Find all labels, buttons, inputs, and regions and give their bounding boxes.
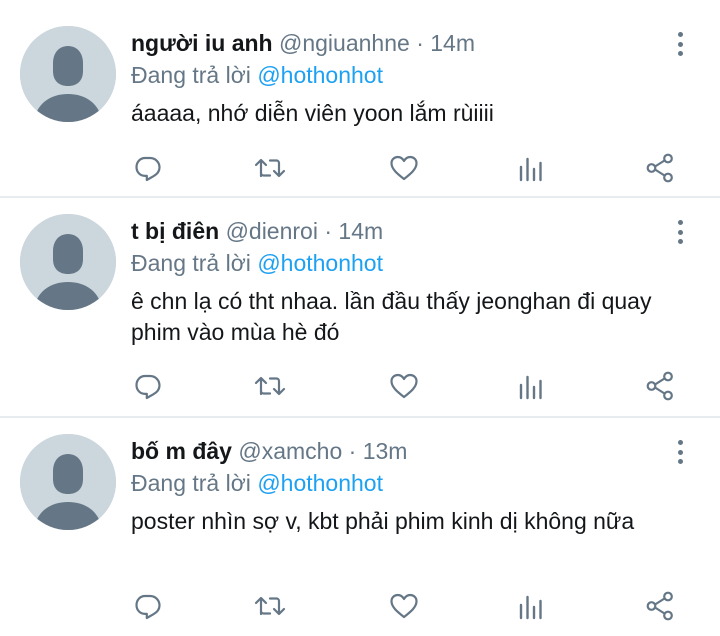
analytics-button[interactable]: [514, 589, 548, 623]
share-icon: [646, 591, 673, 621]
separator: ·: [416, 30, 424, 56]
default-avatar-icon: [20, 434, 116, 530]
share-icon: [646, 371, 673, 401]
avatar[interactable]: [20, 26, 116, 122]
analytics-button[interactable]: [514, 369, 548, 403]
display-name[interactable]: người iu anh: [131, 30, 273, 56]
handle[interactable]: @xamcho: [238, 438, 342, 464]
tweet-content: bố m đây @xamcho · 13m Đang trả lời @hot…: [131, 436, 690, 537]
reply-button[interactable]: [131, 589, 165, 623]
tweet-3[interactable]: bố m đây @xamcho · 13m Đang trả lời @hot…: [0, 418, 720, 636]
handle[interactable]: @ngiuanhne: [279, 30, 410, 56]
like-icon: [390, 155, 418, 181]
display-name[interactable]: t bị điên: [131, 218, 219, 244]
share-icon: [646, 153, 673, 183]
share-button[interactable]: [643, 589, 677, 623]
separator: ·: [348, 438, 357, 464]
more-vertical-icon[interactable]: [670, 30, 690, 58]
timestamp[interactable]: 14m: [430, 30, 475, 56]
share-button[interactable]: [643, 369, 677, 403]
retweet-button[interactable]: [253, 151, 287, 185]
retweet-icon: [254, 158, 286, 178]
analytics-icon: [519, 375, 542, 400]
more-vertical-icon[interactable]: [670, 438, 690, 466]
reply-icon: [135, 156, 161, 182]
mention-link[interactable]: @hothonhot: [257, 250, 383, 276]
reply-button[interactable]: [131, 151, 165, 185]
retweet-button[interactable]: [253, 589, 287, 623]
replying-to: Đang trả lời @hothonhot: [131, 60, 690, 90]
like-button[interactable]: [387, 589, 421, 623]
timestamp[interactable]: 14m: [338, 218, 383, 244]
retweet-icon: [254, 376, 286, 396]
timestamp[interactable]: 13m: [363, 438, 408, 464]
tweet-text: ê chn lạ có tht nhaa. lần đầu thấy jeong…: [131, 288, 652, 345]
more-vertical-icon[interactable]: [670, 218, 690, 246]
replying-to-label: Đang trả lời: [131, 250, 251, 276]
analytics-button[interactable]: [514, 151, 548, 185]
avatar[interactable]: [20, 434, 116, 530]
avatar[interactable]: [20, 214, 116, 310]
tweet-2[interactable]: t bị điên @dienroi · 14m Đang trả lời @h…: [0, 198, 720, 416]
reply-feed: người iu anh @ngiuanhne · 14m Đang trả l…: [0, 0, 720, 636]
replying-to: Đang trả lời @hothonhot: [131, 248, 690, 278]
like-icon: [390, 373, 418, 399]
reply-icon: [135, 374, 161, 400]
tweet-content: t bị điên @dienroi · 14m Đang trả lời @h…: [131, 216, 690, 348]
display-name[interactable]: bố m đây: [131, 438, 232, 464]
reply-icon: [135, 594, 161, 620]
analytics-icon: [519, 157, 542, 182]
mention-link[interactable]: @hothonhot: [257, 62, 383, 88]
tweet-actions: [131, 589, 691, 623]
like-icon: [390, 593, 418, 619]
tweet-text: áaaaa, nhớ diễn viên yoon lắm rùiiii: [131, 100, 494, 126]
replying-to-label: Đang trả lời: [131, 62, 251, 88]
retweet-button[interactable]: [253, 369, 287, 403]
tweet-actions: [131, 151, 691, 185]
tweet-content: người iu anh @ngiuanhne · 14m Đang trả l…: [131, 28, 690, 129]
tweet-header: người iu anh @ngiuanhne · 14m: [131, 28, 690, 58]
separator: ·: [324, 218, 333, 244]
tweet-actions: [131, 369, 691, 403]
mention-link[interactable]: @hothonhot: [257, 470, 383, 496]
replying-to-label: Đang trả lời: [131, 470, 251, 496]
default-avatar-icon: [20, 26, 116, 122]
tweet-text: poster nhìn sợ v, kbt phải phim kinh dị …: [131, 508, 635, 534]
reply-button[interactable]: [131, 369, 165, 403]
handle[interactable]: @dienroi: [226, 218, 318, 244]
like-button[interactable]: [387, 151, 421, 185]
retweet-icon: [254, 596, 286, 616]
tweet-header: bố m đây @xamcho · 13m: [131, 436, 690, 466]
tweet-1[interactable]: người iu anh @ngiuanhne · 14m Đang trả l…: [0, 0, 720, 196]
default-avatar-icon: [20, 214, 116, 310]
tweet-header: t bị điên @dienroi · 14m: [131, 216, 690, 246]
like-button[interactable]: [387, 369, 421, 403]
replying-to: Đang trả lời @hothonhot: [131, 468, 690, 498]
share-button[interactable]: [643, 151, 677, 185]
analytics-icon: [519, 595, 542, 620]
